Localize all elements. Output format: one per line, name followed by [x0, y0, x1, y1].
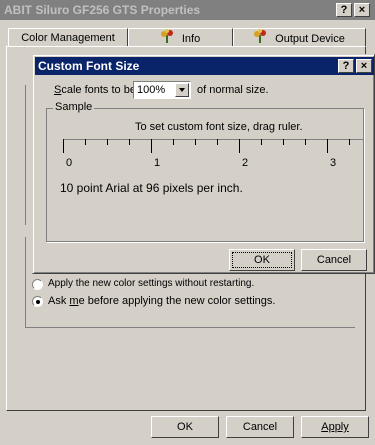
apply-label: Apply [321, 421, 349, 433]
tab-info[interactable]: Info [128, 28, 233, 48]
dialog-help-button[interactable]: ? [338, 59, 354, 73]
ask-me-text-post: e before applying the new color settings… [78, 295, 276, 307]
dropdown-arrow-button[interactable] [175, 83, 189, 97]
ruler-minor-tick [349, 139, 350, 145]
groupbox-edge [25, 85, 26, 225]
dialog-cancel-button[interactable]: Cancel [301, 249, 367, 271]
dialog-title-bar[interactable]: Custom Font Size ? × [35, 57, 374, 75]
ruler-label: 2 [242, 157, 249, 169]
sample-groupbox: Sample To set custom font size, drag rul… [46, 101, 364, 242]
ruler-minor-tick [261, 139, 262, 145]
ruler-label: 0 [66, 157, 73, 169]
chevron-down-icon [179, 88, 185, 92]
outer-window-title: ABIT Siluro GF256 GTS Properties [4, 3, 201, 17]
ruler-label: 1 [154, 157, 161, 169]
dialog-ok-button[interactable]: OK [229, 249, 295, 271]
ruler-major-tick [327, 139, 328, 153]
ruler-top-line [63, 139, 363, 140]
dialog-close-button[interactable]: × [356, 59, 372, 73]
tab-info-label: Info [181, 32, 201, 45]
ask-me-radio[interactable] [32, 296, 43, 307]
ruler-label: 3 [330, 157, 337, 169]
ruler-minor-tick [195, 139, 196, 145]
apply-without-restart-label[interactable]: Apply the new color settings without res… [48, 278, 254, 289]
ruler-minor-tick [305, 139, 306, 145]
ask-me-text-pre: Ask [48, 295, 70, 307]
scale-label: Scale fonts to be [54, 84, 136, 96]
sample-label: Sample [53, 101, 95, 113]
tab-output-device[interactable]: Output Device [233, 28, 366, 48]
font-ruler[interactable]: 0 1 2 3 [63, 139, 363, 169]
outer-title-bar[interactable]: ABIT Siluro GF256 GTS Properties ? × [0, 0, 375, 20]
scale-dropdown[interactable]: 100% [133, 81, 191, 99]
dialog-title: Custom Font Size [38, 59, 140, 73]
ruler-minor-tick [129, 139, 130, 145]
ruler-instruction: To set custom font size, drag ruler. [135, 121, 303, 133]
ruler-minor-tick [107, 139, 108, 145]
ruler-minor-tick [217, 139, 218, 145]
ruler-major-tick [63, 139, 64, 153]
ruler-minor-tick [283, 139, 284, 145]
ruler-major-tick [151, 139, 152, 153]
ruler-minor-tick [173, 139, 174, 145]
outer-close-button[interactable]: × [354, 3, 370, 17]
ruler-major-tick [239, 139, 240, 153]
sample-text: 10 point Arial at 96 pixels per inch. [60, 181, 243, 195]
tab-bar: Color Management Info Output Device [8, 26, 366, 48]
apply-button[interactable]: Apply [301, 416, 369, 438]
tab-output-device-label: Output Device [275, 32, 345, 45]
custom-font-size-dialog: Custom Font Size ? × Scale fonts to be 1… [32, 54, 375, 274]
groupbox-edge [25, 237, 26, 327]
ruler-minor-tick [85, 139, 86, 145]
scale-label-rest: cale fonts to be [61, 84, 136, 96]
tab-color-management-label: Color Management [21, 32, 115, 44]
scale-value: 100% [137, 84, 166, 96]
scale-suffix: of normal size. [197, 84, 269, 96]
apply-without-restart-radio[interactable] [32, 279, 43, 290]
tab-color-management[interactable]: Color Management [8, 28, 128, 48]
ask-me-accel: m [69, 295, 79, 307]
cancel-button[interactable]: Cancel [226, 416, 294, 438]
ok-button[interactable]: OK [151, 416, 219, 438]
radio-selected-dot [36, 300, 40, 304]
ask-me-label[interactable]: Ask me before applying the new color set… [48, 295, 275, 307]
groupbox-edge [25, 327, 355, 328]
outer-help-button[interactable]: ? [336, 3, 352, 17]
